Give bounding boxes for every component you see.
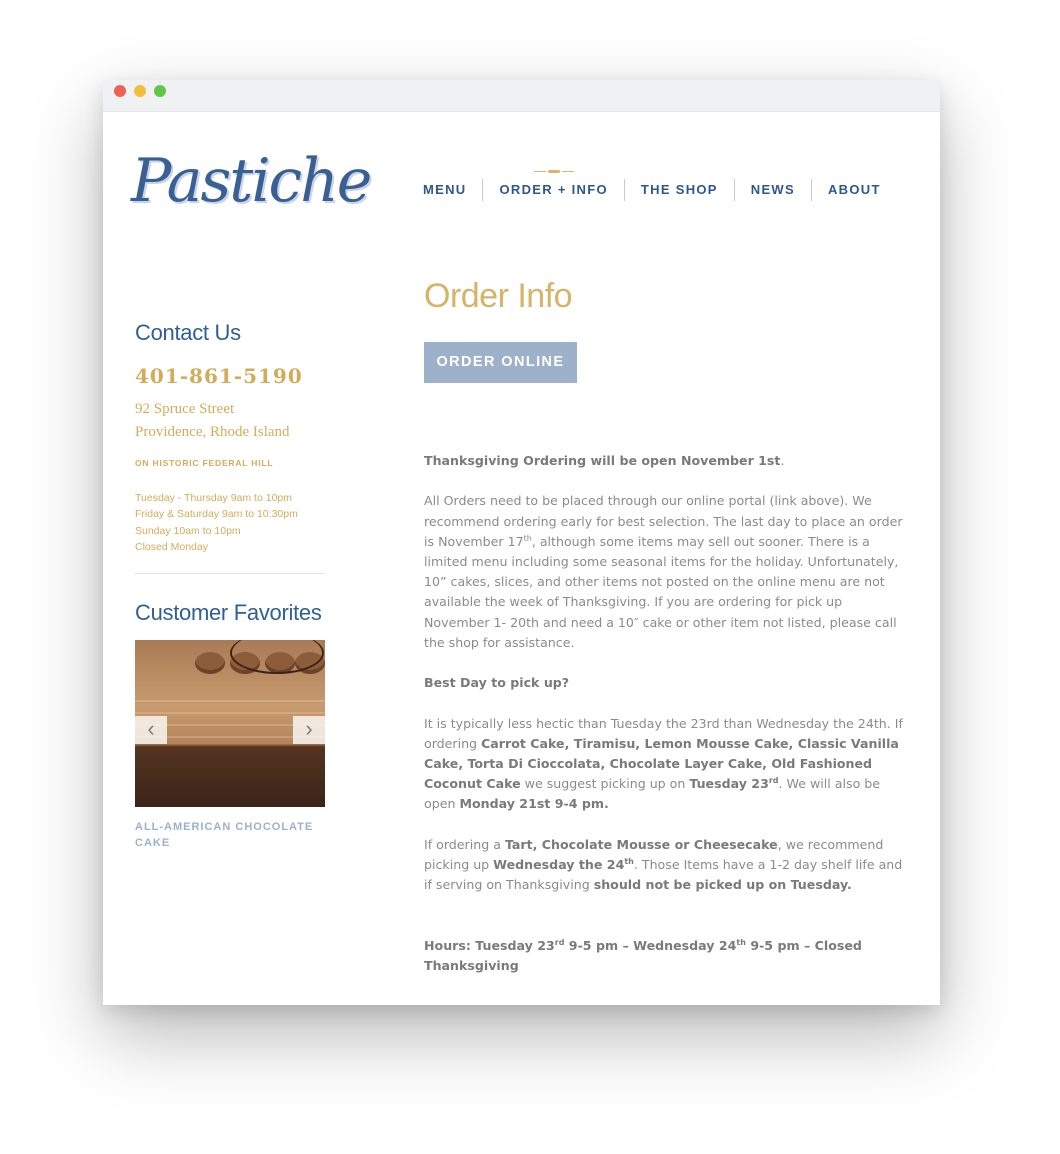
page-title: Order Info [424, 277, 573, 315]
tagline: ON HISTORIC FEDERAL HILL [135, 458, 274, 468]
order-online-button[interactable]: ORDER ONLINE [424, 342, 577, 383]
nav-menu[interactable]: MENU [423, 179, 482, 201]
paragraph: All Orders need to be placed through our… [424, 493, 903, 650]
chevron-right-icon: › [305, 716, 313, 742]
hours-line: Friday & Saturday 9am to 10:30pm [135, 508, 298, 521]
hours-paragraph: Hours: Tuesday 23rd 9-5 pm – Wednesday 2… [424, 937, 862, 973]
paragraph: Best Day to pick up? [424, 675, 570, 691]
order-info-text: Thanksgiving Ordering will be open Novem… [424, 451, 904, 976]
address-line-1: 92 Spruce Street [135, 401, 235, 417]
favorites-title: Customer Favorites [135, 600, 322, 626]
carousel-prev-button[interactable]: ‹ [135, 716, 167, 745]
store-hours: Tuesday - Thursday 9am to 10pm Friday & … [135, 490, 327, 555]
phone-number[interactable]: 401-861-5190 [135, 362, 327, 390]
maximize-window-button[interactable] [154, 85, 166, 97]
window-titlebar [103, 80, 940, 112]
nav-order-info[interactable]: ORDER + INFO [482, 170, 623, 201]
nav-the-shop[interactable]: THE SHOP [623, 179, 734, 201]
close-window-button[interactable] [114, 85, 126, 97]
minimize-window-button[interactable] [134, 85, 146, 97]
sidebar: Contact Us 401-861-5190 92 Spruce Street… [135, 318, 327, 851]
nav-about[interactable]: ABOUT [810, 179, 881, 201]
main-nav: MENU ORDER + INFO THE SHOP NEWS ABOUT [423, 170, 881, 208]
nav-news[interactable]: NEWS [733, 179, 811, 201]
hours-line: Closed Monday [135, 540, 208, 553]
address-line-2: Providence, Rhode Island [135, 424, 290, 440]
address: 92 Spruce Street Providence, Rhode Islan… [135, 398, 327, 444]
hours-line: Tuesday - Thursday 9am to 10pm [135, 492, 292, 504]
contact-title: Contact Us [135, 320, 241, 345]
main-content: Order Info ORDER ONLINE Thanksgiving Ord… [424, 276, 904, 996]
nav-order-info-label: ORDER + INFO [499, 182, 608, 197]
favorite-caption-link[interactable]: ALL-AMERICAN CHOCOLATE CAKE [135, 819, 327, 851]
sidebar-divider [135, 573, 325, 575]
browser-window: Pastiche MENU ORDER + INFO THE SHOP NEWS… [103, 80, 940, 1005]
favorite-cake-image[interactable]: ‹ › [135, 640, 325, 808]
paragraph: Thanksgiving Ordering will be open Novem… [424, 453, 785, 468]
paragraph: If ordering a Tart, Chocolate Mousse or … [424, 836, 903, 893]
chevron-left-icon: ‹ [147, 716, 155, 742]
carousel-next-button[interactable]: › [293, 716, 325, 745]
hours-line: Sunday 10am to 10pm [135, 524, 241, 537]
active-nav-ornament [533, 170, 574, 174]
paragraph: It is typically less hectic than Tuesday… [424, 715, 903, 812]
site-logo[interactable]: Pastiche [131, 136, 372, 226]
